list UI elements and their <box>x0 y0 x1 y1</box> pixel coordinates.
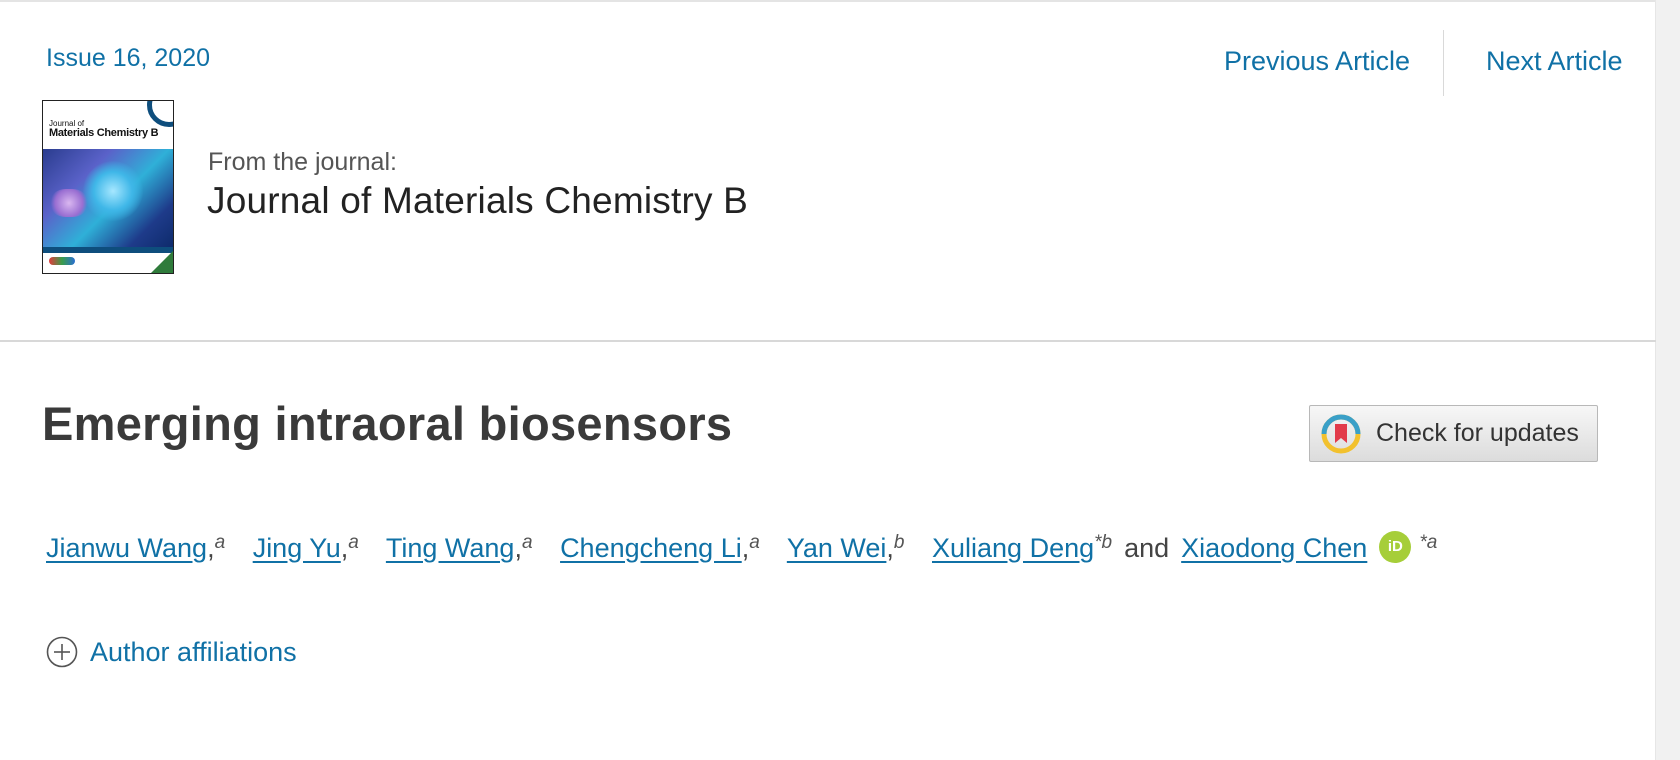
cover-art-hand <box>51 189 87 217</box>
author-link[interactable]: Jing Yu <box>253 533 341 563</box>
from-journal-label: From the journal: <box>208 148 397 176</box>
next-article-link[interactable]: Next Article <box>1486 46 1623 77</box>
affiliation-marker: a <box>749 532 760 553</box>
cover-arc-decoration <box>147 101 173 127</box>
author-link[interactable]: Xuliang Deng <box>932 533 1094 563</box>
affiliation-marker: b <box>893 532 905 553</box>
author-link[interactable]: Yan Wei <box>787 533 887 563</box>
author-separator: , <box>514 533 522 563</box>
author-separator: , <box>886 533 894 563</box>
author-link[interactable]: Jianwu Wang <box>46 533 207 563</box>
author-link[interactable]: Xiaodong Chen <box>1181 533 1367 563</box>
scrollbar[interactable] <box>1655 0 1680 760</box>
author-link[interactable]: Ting Wang <box>386 533 515 563</box>
author-list: Jianwu Wang,a Jing Yu,a Ting Wang,a Chen… <box>46 530 1438 566</box>
affiliation-marker: a <box>521 532 533 553</box>
check-for-updates-button[interactable]: Check for updates <box>1309 405 1598 462</box>
affiliation-marker: a <box>348 532 359 553</box>
nav-divider <box>1443 30 1444 96</box>
top-border <box>0 0 1656 2</box>
plus-circle-icon <box>46 636 78 668</box>
journal-name[interactable]: Journal of Materials Chemistry B <box>207 180 748 222</box>
issue-link[interactable]: Issue 16, 2020 <box>46 44 210 73</box>
cover-title-line2: Materials Chemistry B <box>49 127 159 139</box>
previous-article-link[interactable]: Previous Article <box>1224 46 1410 77</box>
author-conjunction: and <box>1124 533 1170 563</box>
affiliation-marker: *a <box>1419 532 1438 553</box>
article-title: Emerging intraoral biosensors <box>42 397 733 450</box>
crossmark-icon <box>1320 413 1362 455</box>
author-affiliations-toggle[interactable]: Author affiliations <box>46 636 297 668</box>
orcid-icon[interactable]: iD <box>1379 530 1412 563</box>
journal-cover-image[interactable]: Journal of Materials Chemistry B <box>42 100 174 274</box>
cover-corner-badge <box>151 251 173 273</box>
rsc-logo-icon <box>49 257 75 265</box>
check-for-updates-label: Check for updates <box>1376 419 1579 447</box>
affiliation-marker: *b <box>1094 532 1113 553</box>
author-affiliations-label: Author affiliations <box>90 636 297 667</box>
author-link[interactable]: Chengcheng Li <box>560 533 742 563</box>
author-separator: , <box>207 533 215 563</box>
cover-art-glow <box>83 161 143 221</box>
section-divider <box>0 340 1656 342</box>
affiliation-marker: a <box>214 532 226 553</box>
